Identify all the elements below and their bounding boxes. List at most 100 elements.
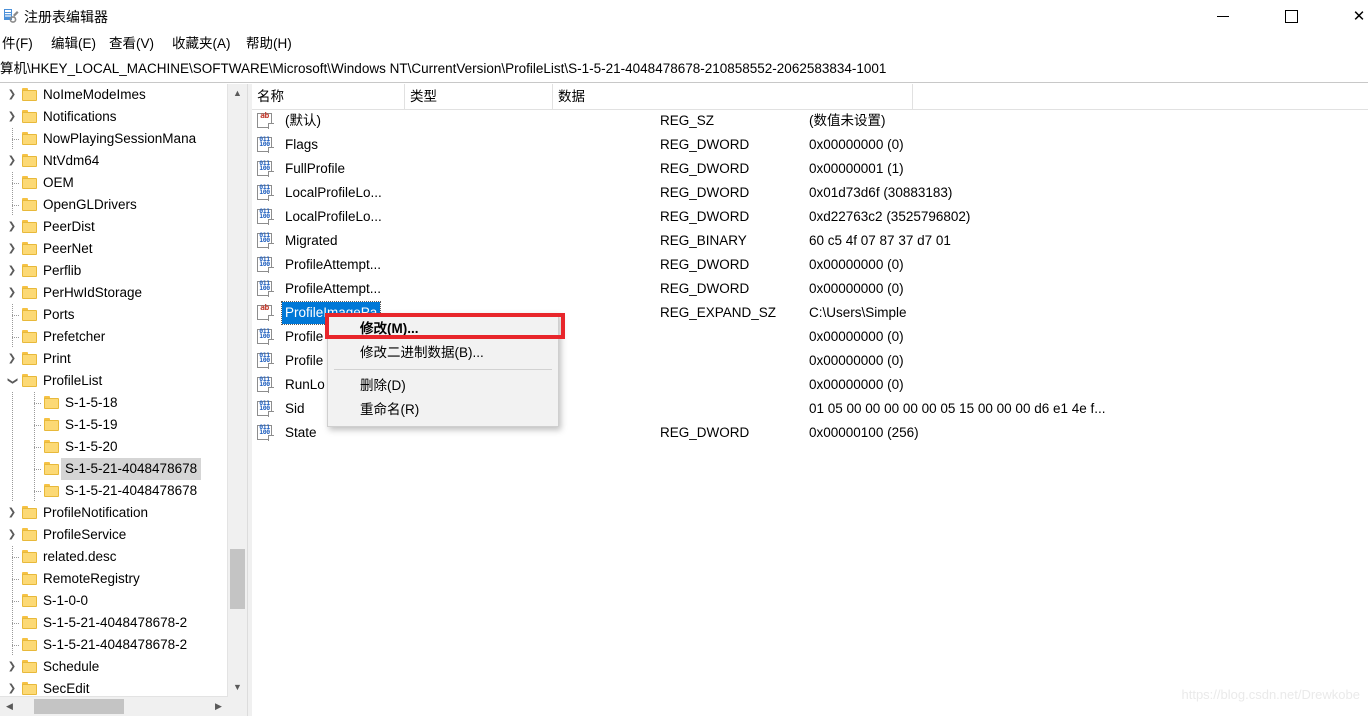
tree-item-label: S-1-5-21-4048478678-2: [43, 637, 188, 652]
value-row[interactable]: 011 100 Flags REG_DWORD 0x00000000 (0): [252, 133, 1368, 157]
tree-item[interactable]: NowPlayingSessionMana: [0, 128, 228, 150]
tree-item[interactable]: S-1-5-21-4048478678-2: [0, 634, 228, 656]
chevron-right-icon[interactable]: ❯: [4, 84, 20, 106]
column-header-data[interactable]: 数据: [553, 84, 913, 109]
scroll-right-icon[interactable]: ▶: [209, 697, 228, 716]
close-button[interactable]: ✕: [1336, 0, 1368, 32]
folder-icon: [22, 220, 37, 233]
value-row[interactable]: 011 100 ProfileAttempt... REG_DWORD 0x000000…: [252, 277, 1368, 301]
chevron-right-icon[interactable]: ❯: [4, 150, 20, 172]
tree-item[interactable]: Ports: [0, 304, 228, 326]
chevron-right-icon[interactable]: ❯: [4, 216, 20, 238]
binary-value-icon: 011 100: [257, 400, 274, 417]
value-row[interactable]: 011 100 ProfileAttempt... REG_DWORD 0x000000…: [252, 253, 1368, 277]
tree-item[interactable]: ❯ Schedule: [0, 656, 228, 678]
column-header-type[interactable]: 类型: [405, 84, 553, 109]
tree-item[interactable]: OEM: [0, 172, 228, 194]
tree-hscroll-thumb[interactable]: [34, 699, 124, 714]
value-name: Sid: [285, 401, 305, 416]
tree-item[interactable]: ❯ ProfileService: [0, 524, 228, 546]
context-menu-item[interactable]: 删除(D): [328, 374, 558, 398]
tree-item-label: S-1-5-20: [65, 439, 118, 454]
tree-item[interactable]: ❯ Notifications: [0, 106, 228, 128]
tree-item[interactable]: S-1-5-21-4048478678: [0, 458, 228, 480]
context-menu[interactable]: 修改(M)... 修改二进制数据(B)... 删除(D) 重命名(R): [327, 313, 559, 427]
value-data: 0xd22763c2 (3525796802): [809, 209, 971, 224]
tree-item[interactable]: S-1-5-21-4048478678-2: [0, 612, 228, 634]
maximize-button[interactable]: [1268, 0, 1314, 32]
tree-item-label: Schedule: [43, 659, 100, 674]
tree-connector: [26, 480, 42, 502]
tree-connector: [4, 458, 20, 480]
chevron-right-icon[interactable]: ❯: [4, 106, 20, 128]
folder-icon: [22, 330, 37, 343]
scroll-left-icon[interactable]: ◀: [0, 697, 19, 716]
tree-item-label: PerHwIdStorage: [43, 285, 143, 300]
value-type: REG_BINARY: [660, 233, 747, 248]
chevron-right-icon[interactable]: ❯: [4, 348, 20, 370]
folder-icon: [22, 352, 37, 365]
tree-item[interactable]: ❯ NtVdm64: [0, 150, 228, 172]
tree-item-label: S-1-5-21-4048478678-2: [43, 615, 188, 630]
menu-item-edit[interactable]: 编辑(E): [49, 34, 98, 54]
tree-item[interactable]: ❯ NoImeModeImes: [0, 84, 228, 106]
tree-item[interactable]: OpenGLDrivers: [0, 194, 228, 216]
scroll-up-icon[interactable]: ▲: [228, 84, 247, 103]
chevron-right-icon[interactable]: ❯: [4, 238, 20, 260]
value-row[interactable]: 011 100 LocalProfileLo... REG_DWORD 0xd22763…: [252, 205, 1368, 229]
value-row[interactable]: ab (默认) REG_SZ (数值未设置): [252, 109, 1368, 133]
value-data: (数值未设置): [809, 113, 886, 128]
context-menu-item[interactable]: 修改二进制数据(B)...: [328, 341, 558, 365]
tree-item[interactable]: related.desc: [0, 546, 228, 568]
tree-item-label: S-1-0-0: [43, 593, 89, 608]
scroll-down-icon[interactable]: ▼: [228, 678, 247, 697]
tree-item[interactable]: S-1-5-18: [0, 392, 228, 414]
menu-item-view[interactable]: 查看(V): [107, 34, 156, 54]
tree-item[interactable]: ❯ ProfileNotification: [0, 502, 228, 524]
tree-item[interactable]: ❯ PeerDist: [0, 216, 228, 238]
menu-item-help[interactable]: 帮助(H): [244, 34, 294, 54]
tree-item[interactable]: ❯ PeerNet: [0, 238, 228, 260]
context-menu-item[interactable]: 重命名(R): [328, 398, 558, 422]
scrollbar-corner: [228, 697, 247, 716]
tree-scroll-thumb[interactable]: [230, 549, 245, 609]
registry-tree-pane: ❯ NoImeModeImes ❯ Notifications NowPlayingSe…: [0, 84, 247, 716]
tree-item-label: Prefetcher: [43, 329, 106, 344]
menu-item-favorites[interactable]: 收藏夹(A): [170, 34, 233, 54]
tree-item[interactable]: S-1-5-19: [0, 414, 228, 436]
chevron-right-icon[interactable]: ❯: [4, 260, 20, 282]
tree-item[interactable]: ❯ Perflib: [0, 260, 228, 282]
value-name: ProfileAttempt...: [285, 281, 382, 296]
column-header-name[interactable]: 名称: [252, 84, 405, 109]
tree-item-label: S-1-5-21-4048478678: [61, 458, 202, 480]
chevron-down-icon[interactable]: ❯: [1, 373, 23, 389]
folder-icon: [22, 198, 37, 211]
chevron-right-icon[interactable]: ❯: [4, 656, 20, 678]
value-row[interactable]: 011 100 FullProfile REG_DWORD 0x00000001 (1): [252, 157, 1368, 181]
tree-horizontal-scrollbar[interactable]: ◀ ▶: [0, 696, 228, 716]
tree-item[interactable]: ❯ ProfileList: [0, 370, 228, 392]
value-row[interactable]: 011 100 LocalProfileLo... REG_DWORD 0x01d73d…: [252, 181, 1368, 205]
tree-connector: [4, 414, 20, 436]
folder-icon: [22, 572, 37, 585]
context-menu-item[interactable]: 修改(M)...: [328, 317, 558, 341]
tree-item[interactable]: Prefetcher: [0, 326, 228, 348]
tree-item[interactable]: RemoteRegistry: [0, 568, 228, 590]
chevron-right-icon[interactable]: ❯: [4, 282, 20, 304]
tree-item[interactable]: S-1-0-0: [0, 590, 228, 612]
tree-item[interactable]: S-1-5-20: [0, 436, 228, 458]
chevron-right-icon[interactable]: ❯: [4, 524, 20, 546]
tree-item-label: PeerDist: [43, 219, 95, 234]
minimize-button[interactable]: [1200, 0, 1246, 32]
tree-item[interactable]: ❯ PerHwIdStorage: [0, 282, 228, 304]
value-data: 0x00000000 (0): [809, 137, 904, 152]
menu-item-file[interactable]: 件(F): [0, 34, 35, 54]
tree-vertical-scrollbar[interactable]: ▲ ▼: [227, 84, 247, 697]
tree-item[interactable]: S-1-5-21-4048478678: [0, 480, 228, 502]
tree-item[interactable]: ❯ Print: [0, 348, 228, 370]
tree-item-label: NowPlayingSessionMana: [43, 131, 197, 146]
address-bar[interactable]: 算机\HKEY_LOCAL_MACHINE\SOFTWARE\Microsoft…: [0, 56, 1368, 83]
folder-icon: [22, 110, 37, 123]
chevron-right-icon[interactable]: ❯: [4, 502, 20, 524]
value-row[interactable]: 011 100 Migrated REG_BINARY 60 c5 4f 07 87 3…: [252, 229, 1368, 253]
